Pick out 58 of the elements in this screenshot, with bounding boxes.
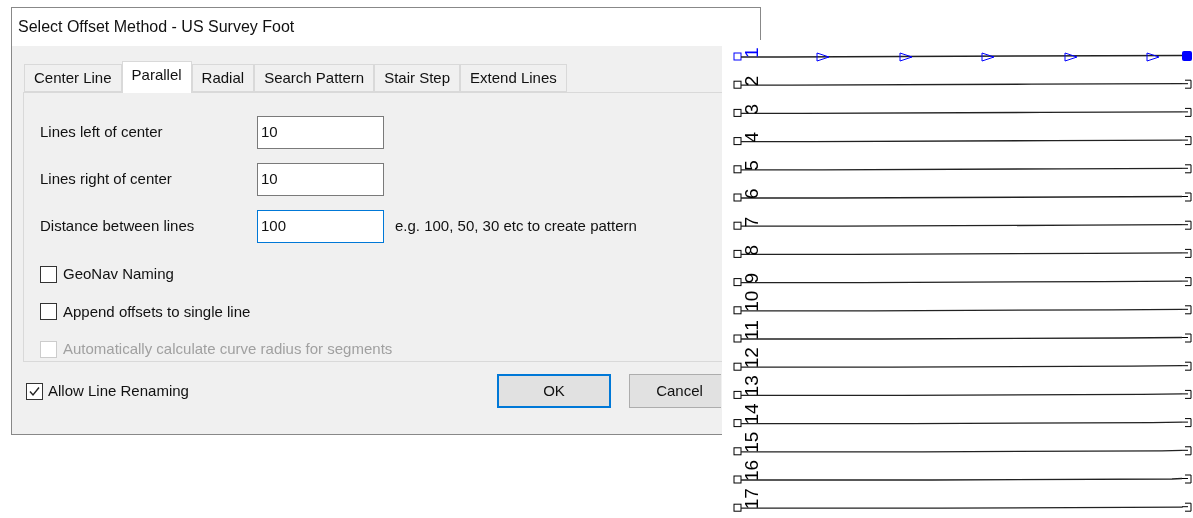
offset-line[interactable]: 1 xyxy=(733,47,1192,62)
offset-line[interactable]: 14 xyxy=(733,403,1192,428)
offset-line[interactable]: 9 xyxy=(733,273,1192,287)
field-label: Lines left of center xyxy=(40,122,164,143)
offset-line[interactable]: 12 xyxy=(733,347,1192,371)
checkbox-label: Append offsets to single line xyxy=(63,301,251,322)
line-label: 7 xyxy=(741,216,762,228)
tab[interactable]: Parallel xyxy=(121,61,192,93)
checkbox-label: Allow Line Renaming xyxy=(48,380,189,401)
offset-line[interactable]: 17 xyxy=(733,488,1192,512)
checkbox[interactable] xyxy=(26,382,43,400)
tab[interactable]: Extend Lines xyxy=(460,64,567,92)
offset-line[interactable]: 2 xyxy=(733,75,1192,89)
line-label: 16 xyxy=(741,459,762,481)
line-label: 15 xyxy=(741,431,762,453)
offset-line[interactable]: 4 xyxy=(733,132,1192,146)
window-title: Select Offset Method - US Survey Foot xyxy=(18,17,295,37)
input-field[interactable]: 100 xyxy=(257,210,384,243)
checkbox[interactable] xyxy=(40,303,57,321)
line-label: 6 xyxy=(741,188,762,199)
checkbox[interactable] xyxy=(40,265,57,283)
line-label: 11 xyxy=(741,320,762,340)
tab[interactable]: Radial xyxy=(191,64,255,92)
offset-line[interactable]: 7 xyxy=(733,216,1192,230)
dialog-button[interactable]: OK xyxy=(497,374,611,408)
input-field[interactable]: 10 xyxy=(257,116,384,149)
checkmark-icon xyxy=(28,384,41,398)
tab[interactable]: Search Pattern xyxy=(254,64,375,92)
field-label: Distance between lines xyxy=(40,216,196,237)
offset-line[interactable]: 5 xyxy=(733,160,1192,174)
offset-line[interactable]: 16 xyxy=(733,459,1192,484)
line-label: 2 xyxy=(741,75,762,87)
input-field[interactable]: 10 xyxy=(257,163,384,196)
tab[interactable]: Stair Step xyxy=(374,64,461,92)
checkbox-label: Automatically calculate curve radius for segments xyxy=(63,339,393,359)
line-label: 1 xyxy=(741,47,762,58)
offset-line[interactable]: 3 xyxy=(733,103,1192,117)
line-label: 17 xyxy=(741,488,762,510)
offset-line[interactable]: 15 xyxy=(733,431,1192,456)
offset-line[interactable]: 11 xyxy=(733,320,1192,343)
line-label: 12 xyxy=(741,347,762,369)
dialog-button[interactable]: Cancel xyxy=(629,374,721,408)
line-label: 13 xyxy=(741,375,762,397)
line-label: 4 xyxy=(741,132,762,143)
line-label: 8 xyxy=(741,244,762,256)
offset-line[interactable]: 13 xyxy=(733,375,1192,399)
checkbox-label: GeoNav Naming xyxy=(63,264,174,284)
field-label: Lines right of center xyxy=(40,169,173,190)
line-label: 10 xyxy=(741,290,762,312)
tab[interactable]: Center Line xyxy=(24,64,122,92)
offset-line[interactable]: 6 xyxy=(733,188,1192,202)
line-label: 14 xyxy=(741,403,762,425)
offset-line[interactable]: 10 xyxy=(733,290,1192,315)
offset-line[interactable]: 8 xyxy=(733,244,1192,258)
hint-text: e.g. 100, 50, 30 etc to create pattern xyxy=(395,216,637,237)
line-label: 5 xyxy=(741,160,762,171)
line-label: 3 xyxy=(741,103,762,115)
line-label: 9 xyxy=(741,273,762,284)
